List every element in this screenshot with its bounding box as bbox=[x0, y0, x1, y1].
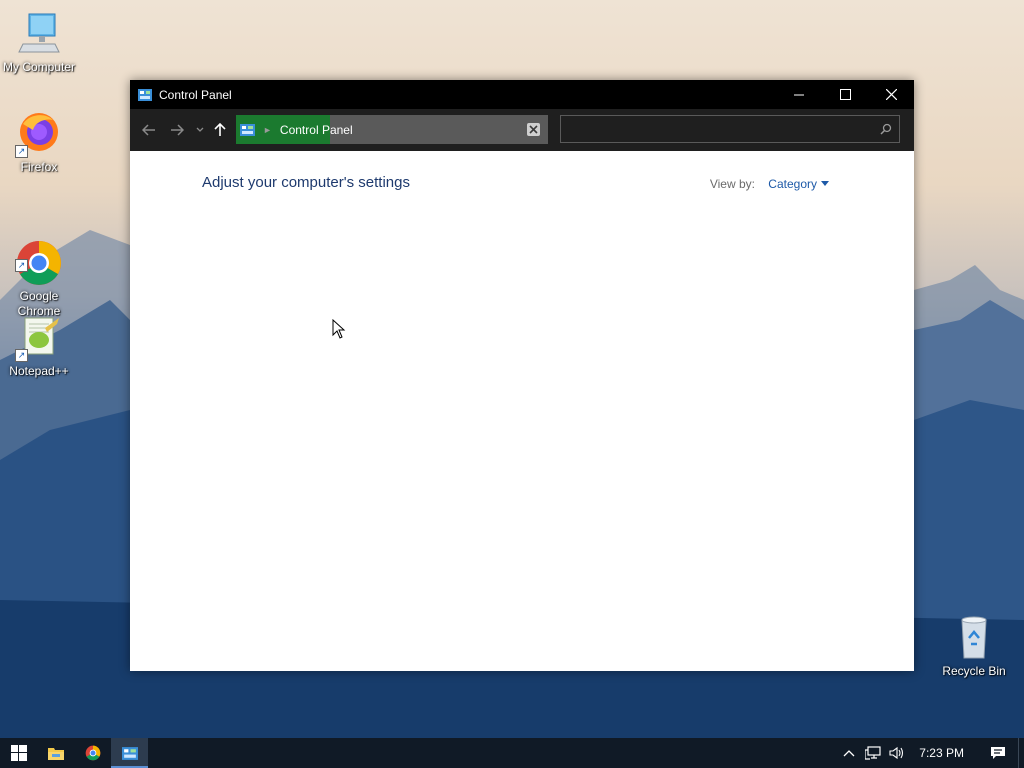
shortcut-arrow-icon: ↗ bbox=[15, 259, 28, 272]
desktop-icon-label: Recycle Bin bbox=[942, 664, 1006, 678]
taskbar: 7:23 PM bbox=[0, 738, 1024, 768]
network-button[interactable] bbox=[861, 738, 885, 768]
start-icon bbox=[10, 745, 27, 761]
volume-button[interactable] bbox=[885, 738, 909, 768]
chrome-icon bbox=[85, 745, 100, 761]
taskbar-clock[interactable]: 7:23 PM bbox=[919, 746, 964, 760]
volume-icon bbox=[889, 746, 904, 760]
view-by-dropdown[interactable]: Category bbox=[768, 177, 829, 191]
system-tray: 7:23 PM bbox=[837, 738, 1024, 768]
address-bar[interactable]: ► Control Panel bbox=[236, 115, 548, 144]
desktop-icon-notepadpp[interactable]: ↗ Notepad++ bbox=[1, 314, 77, 379]
show-hidden-icons-button[interactable] bbox=[837, 738, 861, 768]
arrow-left-icon bbox=[142, 124, 155, 136]
window-title: Control Panel bbox=[159, 87, 232, 102]
minimize-icon bbox=[794, 94, 804, 95]
content-area: Adjust your computer's settings View by:… bbox=[130, 151, 914, 671]
desktop-icon-firefox[interactable]: ↗ Firefox bbox=[1, 110, 77, 175]
control-panel-icon bbox=[121, 746, 138, 760]
computer-icon bbox=[15, 10, 63, 58]
desktop-icon-label: Notepad++ bbox=[9, 364, 69, 378]
taskbar-file-explorer[interactable] bbox=[37, 738, 74, 768]
taskbar-control-panel[interactable] bbox=[111, 738, 148, 768]
back-button[interactable] bbox=[135, 115, 163, 145]
desktop-icon-google-chrome[interactable]: ↗ Google Chrome bbox=[1, 209, 77, 319]
recent-locations-button[interactable] bbox=[191, 115, 209, 145]
breadcrumb-control-panel[interactable]: Control Panel bbox=[280, 123, 353, 137]
chrome-icon: ↗ bbox=[15, 224, 63, 285]
maximize-icon bbox=[839, 89, 851, 100]
desktop-icon-label: My Computer bbox=[2, 60, 76, 74]
view-by-label: View by: bbox=[709, 177, 755, 191]
notepadpp-icon: ↗ bbox=[15, 314, 63, 362]
mouse-cursor-icon bbox=[332, 319, 346, 339]
file-explorer-icon bbox=[47, 748, 64, 760]
clear-icon bbox=[529, 125, 538, 134]
firefox-icon: ↗ bbox=[15, 110, 63, 158]
control-panel-icon bbox=[240, 123, 255, 136]
search-icon bbox=[880, 123, 892, 135]
shortcut-arrow-icon: ↗ bbox=[15, 145, 28, 158]
control-panel-icon bbox=[138, 88, 152, 101]
breadcrumb-separator-icon[interactable]: ► bbox=[263, 125, 272, 135]
desktop-icon-recycle-bin[interactable]: Recycle Bin bbox=[936, 614, 1012, 679]
recycle-bin-icon bbox=[950, 614, 998, 662]
maximize-button[interactable] bbox=[822, 80, 868, 109]
network-icon bbox=[865, 746, 881, 760]
caret-down-icon bbox=[821, 181, 829, 186]
action-center-button[interactable] bbox=[978, 738, 1018, 768]
navigation-toolbar: ► Control Panel bbox=[130, 109, 914, 151]
up-button[interactable] bbox=[209, 115, 231, 145]
close-icon bbox=[885, 89, 897, 100]
desktop-icon-my-computer[interactable]: My Computer bbox=[1, 10, 77, 75]
shortcut-arrow-icon: ↗ bbox=[15, 349, 28, 362]
arrow-up-icon bbox=[214, 123, 226, 136]
close-button[interactable] bbox=[868, 80, 914, 109]
start-button[interactable] bbox=[0, 738, 37, 768]
control-panel-window: Control Panel ► Control Panel Adjust you… bbox=[130, 80, 914, 671]
search-input[interactable] bbox=[560, 115, 900, 143]
arrow-right-icon bbox=[171, 124, 184, 136]
window-titlebar[interactable]: Control Panel bbox=[130, 80, 914, 109]
desktop: My Computer ↗ Firefox ↗ Google Chrome ↗ … bbox=[0, 0, 1024, 738]
view-by-value: Category bbox=[768, 177, 817, 191]
minimize-button[interactable] bbox=[776, 80, 822, 109]
forward-button[interactable] bbox=[163, 115, 191, 145]
notification-icon bbox=[991, 747, 1005, 759]
page-title: Adjust your computer's settings bbox=[202, 174, 410, 191]
show-desktop-button[interactable] bbox=[1018, 738, 1024, 768]
view-by-control: View by: Category bbox=[710, 177, 829, 191]
chevron-up-icon bbox=[843, 750, 855, 757]
taskbar-chrome[interactable] bbox=[74, 738, 111, 768]
chevron-down-icon bbox=[196, 127, 204, 132]
desktop-icon-label: Firefox bbox=[20, 160, 58, 174]
clear-address-button[interactable] bbox=[527, 123, 540, 136]
